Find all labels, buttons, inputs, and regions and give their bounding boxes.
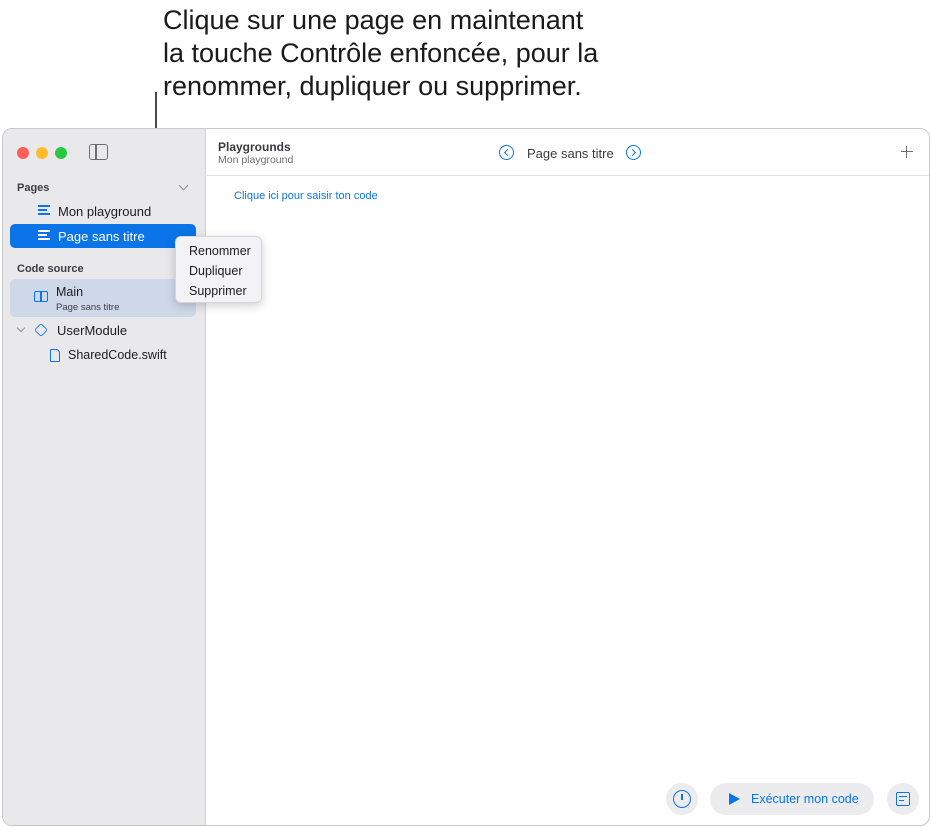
- page-title: Page sans titre: [527, 146, 614, 161]
- sidebar-toggle-icon[interactable]: [89, 144, 108, 160]
- sidebar-item-usermodule[interactable]: UserModule: [57, 323, 127, 338]
- callout-line-3: renommer, dupliquer ou supprimer.: [163, 71, 582, 102]
- code-editor-placeholder[interactable]: Clique ici pour saisir ton code: [234, 190, 378, 202]
- console-button[interactable]: [887, 783, 919, 815]
- toolbar: Playgrounds Mon playground Page sans tit…: [207, 129, 929, 176]
- usermodule-disclosure-chevron-icon[interactable]: [16, 323, 26, 333]
- speed-gauge-button[interactable]: [666, 783, 698, 815]
- minimize-window-button[interactable]: [36, 147, 48, 159]
- pages-section-title: Pages: [17, 182, 50, 194]
- sidebar-item-sharedcode[interactable]: SharedCode.swift: [68, 348, 167, 362]
- context-menu: Renommer Dupliquer Supprimer: [175, 236, 262, 303]
- app-subtitle: Mon playground: [218, 154, 294, 166]
- run-code-label: Exécuter mon code: [751, 792, 859, 806]
- menu-item-supprimer[interactable]: Supprimer: [189, 284, 247, 298]
- close-window-button[interactable]: [17, 147, 29, 159]
- main-label: Main: [56, 285, 84, 299]
- run-code-button[interactable]: Exécuter mon code: [710, 783, 874, 815]
- callout-line-1: Clique sur une page en maintenant: [163, 5, 584, 35]
- book-icon: [34, 291, 49, 303]
- sidebar: Pages Mon playground Page sans titre Cod…: [3, 129, 262, 825]
- doc-icon: [50, 349, 60, 362]
- console-icon: [896, 792, 910, 806]
- app-title: Playgrounds: [218, 140, 291, 154]
- sidebar-item-main[interactable]: Main Page sans titre: [10, 279, 196, 317]
- code-source-section-title: Code source: [17, 263, 84, 275]
- add-page-plus-icon[interactable]: [901, 146, 913, 158]
- cube-icon: [34, 323, 48, 337]
- previous-page-chevron-icon[interactable]: [499, 145, 514, 160]
- playgrounds-window: Pages Mon playground Page sans titre Cod…: [2, 128, 930, 826]
- sidebar-item-label: Mon playground: [58, 204, 152, 219]
- next-page-chevron-icon[interactable]: [626, 145, 641, 160]
- zoom-window-button[interactable]: [55, 147, 67, 159]
- play-icon: [729, 793, 740, 805]
- callout-line-2: la touche Contrôle enfoncée, pour la: [163, 38, 599, 69]
- annotation-callout: Clique sur une page en maintenant la tou…: [163, 4, 723, 104]
- pages-collapse-chevron-icon[interactable]: [178, 180, 189, 191]
- sidebar-item-label: Page sans titre: [58, 229, 145, 244]
- menu-item-dupliquer[interactable]: Dupliquer: [189, 264, 243, 278]
- main-sublabel: Page sans titre: [56, 302, 120, 313]
- page-lines-icon: [38, 205, 50, 216]
- sidebar-item-page-sans-titre[interactable]: Page sans titre: [10, 224, 196, 248]
- menu-item-renommer[interactable]: Renommer: [189, 244, 251, 258]
- page-lines-icon: [38, 230, 50, 241]
- sidebar-item-mon-playground[interactable]: Mon playground: [10, 199, 196, 223]
